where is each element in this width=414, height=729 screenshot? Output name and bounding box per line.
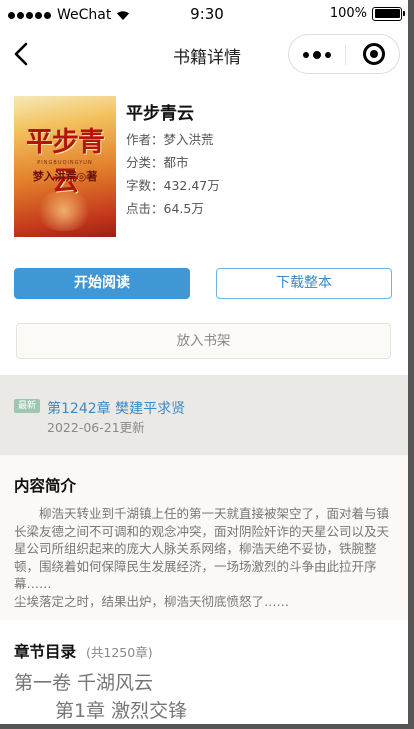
catalog-count: (共1250章) [86, 645, 153, 660]
book-category: 分类：都市 [126, 155, 189, 170]
battery-status: 100% [329, 6, 405, 21]
mini-program-capsule [288, 34, 400, 74]
latest-chapter-title[interactable]: 第1242章 樊建平求贤 [47, 398, 185, 418]
window-edge-bottom [0, 724, 414, 729]
book-word-count: 字数：432.47万 [126, 178, 220, 193]
book-clicks: 点击：64.5万 [126, 201, 204, 216]
start-reading-button[interactable]: 开始阅读 [14, 268, 190, 299]
cover-author: 梦入洪荒◎著 [32, 170, 98, 183]
battery-percent: 100% [329, 6, 367, 21]
capsule-divider [345, 45, 346, 65]
nav-bar: 书籍详情 [0, 28, 414, 80]
download-button[interactable]: 下载整本 [216, 268, 392, 299]
latest-update-date: 2022-06-21更新 [47, 420, 145, 435]
chapter-catalog: 章节目录 (共1250章) 第一卷 千湖风云 第1章 激烈交锋 第2章 [0, 620, 408, 729]
volume-title[interactable]: 第一卷 千湖风云 [14, 668, 153, 695]
battery-icon [372, 6, 405, 21]
window-edge [408, 0, 414, 729]
intro-paragraph: 尘埃落定之时，结果出炉，柳浩天彻底愤怒了…… [14, 593, 290, 609]
book-info: 平步青云 作者：梦入洪荒 分类：都市 字数：432.47万 点击：64.5万 [126, 96, 220, 216]
close-circle-icon[interactable] [363, 43, 385, 65]
intro-text: 柳浩天转业到千湖镇上任的第一天就直接被架空了，面对着与镇长梁友德之间不可调和的观… [14, 505, 394, 610]
cover-subtitle: PINGBUQINGYUN [37, 160, 93, 166]
cover-title: 平步青云 [26, 127, 105, 197]
intro-heading: 内容简介 [14, 477, 77, 495]
book-cover: 平步青云 PINGBUQINGYUN 梦入洪荒◎著 [14, 96, 116, 237]
chapter-item[interactable]: 第1章 激烈交锋 [55, 696, 187, 723]
intro-paragraph: 柳浩天转业到千湖镇上任的第一天就直接被架空了，面对着与镇长梁友德之间不可调和的观… [14, 506, 390, 591]
add-to-shelf-button[interactable]: 放入书架 [16, 323, 391, 359]
book-title: 平步青云 [126, 104, 194, 124]
more-dots-icon[interactable] [303, 51, 331, 59]
latest-chapter[interactable]: 最新 第1242章 樊建平求贤 2022-06-21更新 [0, 375, 408, 455]
latest-badge: 最新 [14, 399, 40, 413]
book-intro: 内容简介 柳浩天转业到千湖镇上任的第一天就直接被架空了，面对着与镇长梁友德之间不… [0, 455, 408, 620]
status-bar: WeChat 9:30 100% [0, 0, 414, 28]
book-author: 作者：梦入洪荒 [126, 132, 214, 147]
catalog-heading: 章节目录 [14, 643, 77, 661]
